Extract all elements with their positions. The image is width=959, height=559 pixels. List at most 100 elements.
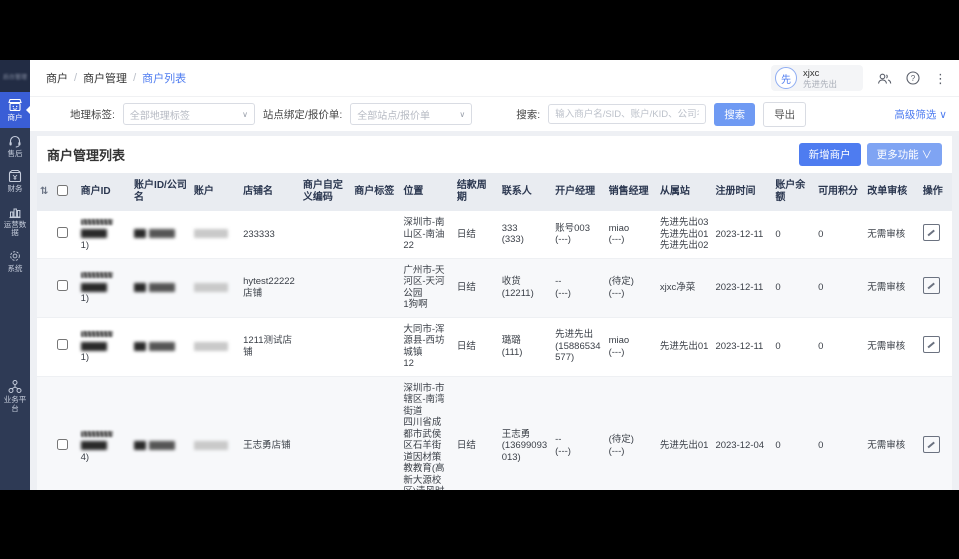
user-name: xjxc (803, 68, 837, 79)
cell-station: 先进先出01 (657, 376, 713, 490)
row-checkbox[interactable] (57, 439, 68, 450)
search-label: 搜索: (516, 107, 540, 122)
user-menu[interactable]: 先 xjxc 先进先出 (771, 65, 863, 91)
more-menu-icon[interactable]: ⋮ (934, 72, 947, 85)
site-binding-select[interactable]: 全部站点/报价单 ∨ (350, 103, 472, 125)
cell-registered: 2023-12-11 (712, 317, 772, 376)
cell-audit: 无需审核 (864, 258, 920, 317)
column-header-custom: 商户自定义编码 (300, 173, 351, 211)
sidebar-item-label: 运营数据 (0, 221, 30, 238)
column-header-account: 账户 (191, 173, 240, 211)
cell-sort (37, 317, 54, 376)
search-input[interactable] (548, 104, 706, 124)
sidebar-item-merchant[interactable]: 商户 (0, 92, 30, 128)
breadcrumb-separator: / (74, 72, 77, 84)
advanced-filter-toggle[interactable]: 高级筛选 ∨ (894, 107, 947, 122)
sidebar-item-finance[interactable]: 财务 (0, 163, 30, 199)
cell-opener: 先进先出(15886534577) (552, 317, 605, 376)
cell-location: 深圳市-南山区-南油22 (400, 211, 453, 258)
cell-contact: 王志勇(13699093013) (499, 376, 552, 490)
redacted-id (81, 283, 107, 292)
row-checkbox[interactable] (57, 227, 68, 238)
cell-custom (300, 317, 351, 376)
gear-icon (7, 249, 23, 263)
column-header-id: 商户ID (78, 173, 131, 211)
cell-cycle: 日结 (454, 376, 499, 490)
chevron-down-icon: ∨ (242, 110, 248, 119)
cell-points: 0 (815, 258, 864, 317)
sidebar-item-system[interactable]: 系统 (0, 243, 30, 279)
column-header-audit: 改单审核 (864, 173, 920, 211)
redacted-account (194, 342, 228, 351)
cell-registered: 2023-12-11 (712, 211, 772, 258)
cell-cycle: 日结 (454, 211, 499, 258)
sidebar-item-label: 系统 (6, 265, 25, 274)
cell-cycle: 日结 (454, 258, 499, 317)
column-header-check[interactable] (54, 173, 78, 211)
cell-ops (920, 258, 952, 317)
redacted-company (134, 283, 146, 292)
table-row: 1) hytest22222店铺广州市-天河区-天河公园1狗啊日结收货(1221… (37, 258, 952, 317)
cell-id: 4) (78, 376, 131, 490)
cell-ops (920, 317, 952, 376)
headset-icon (7, 134, 23, 148)
cell-location: 广州市-天河区-天河公园1狗啊 (400, 258, 453, 317)
cell-audit: 无需审核 (864, 211, 920, 258)
sidebar-item-operations-data[interactable]: 运营数据 (0, 199, 30, 243)
add-merchant-button[interactable]: 新增商户 (799, 143, 861, 166)
cell-tag (351, 211, 400, 258)
edit-order-icon[interactable] (923, 336, 940, 353)
cell-shop: 233333 (240, 211, 300, 258)
redacted-id (81, 219, 113, 225)
help-icon[interactable]: ? (906, 71, 920, 85)
cell-registered: 2023-12-11 (712, 258, 772, 317)
column-header-company: 账户ID/公司名 (131, 173, 191, 211)
cell-tag (351, 258, 400, 317)
row-checkbox[interactable] (57, 280, 68, 291)
app-logo: 后台管理 (0, 60, 30, 92)
cell-contact: 333(333) (499, 211, 552, 258)
column-header-sort[interactable]: ⇅ (37, 173, 54, 211)
edit-order-icon[interactable] (923, 277, 940, 294)
column-header-shop: 店铺名 (240, 173, 300, 211)
sidebar-item-label: 业务平台 (0, 396, 30, 413)
edit-order-icon[interactable] (923, 436, 940, 453)
geo-tag-label: 地理标签: (70, 107, 115, 122)
cell-balance: 0 (772, 317, 815, 376)
cell-points: 0 (815, 317, 864, 376)
search-button[interactable]: 搜索 (714, 103, 755, 126)
cell-sales: miao(---) (606, 211, 657, 258)
cell-account (191, 317, 240, 376)
cell-check (54, 376, 78, 490)
sidebar-item-business-platform[interactable]: 业务平台 (0, 373, 30, 418)
cell-sort (37, 376, 54, 490)
select-all-checkbox[interactable] (57, 185, 68, 196)
breadcrumb-merchant-list[interactable]: 商户列表 (142, 70, 186, 86)
cell-audit: 无需审核 (864, 317, 920, 376)
store-icon (7, 98, 23, 112)
contacts-icon[interactable] (877, 72, 892, 85)
cell-shop: 1211测试店铺 (240, 317, 300, 376)
redacted-company (149, 229, 175, 238)
cell-check (54, 317, 78, 376)
breadcrumb-merchant[interactable]: 商户 (46, 70, 68, 86)
cell-id: 1) (78, 317, 131, 376)
export-button[interactable]: 导出 (763, 102, 806, 127)
cell-shop: 王志勇店铺 (240, 376, 300, 490)
sidebar-item-aftersales[interactable]: 售后 (0, 128, 30, 164)
cell-custom (300, 376, 351, 490)
breadcrumb-merchant-mgmt[interactable]: 商户管理 (83, 70, 127, 86)
finance-icon (7, 169, 23, 183)
cell-sort (37, 258, 54, 317)
bar-chart-icon (7, 205, 23, 219)
cell-sales: (待定)(---) (606, 376, 657, 490)
geo-tag-select[interactable]: 全部地理标签 ∨ (123, 103, 255, 125)
edit-order-icon[interactable] (923, 224, 940, 241)
filter-bar: 地理标签: 全部地理标签 ∨ 站点绑定/报价单: 全部站点/报价单 ∨ 搜索: … (30, 97, 959, 131)
sidebar-item-label: 售后 (6, 150, 25, 159)
more-functions-button[interactable]: 更多功能 ∨ (867, 143, 942, 166)
row-checkbox[interactable] (57, 339, 68, 350)
cell-id: 1) (78, 258, 131, 317)
svg-text:?: ? (911, 74, 916, 83)
cell-opener: --(---) (552, 376, 605, 490)
